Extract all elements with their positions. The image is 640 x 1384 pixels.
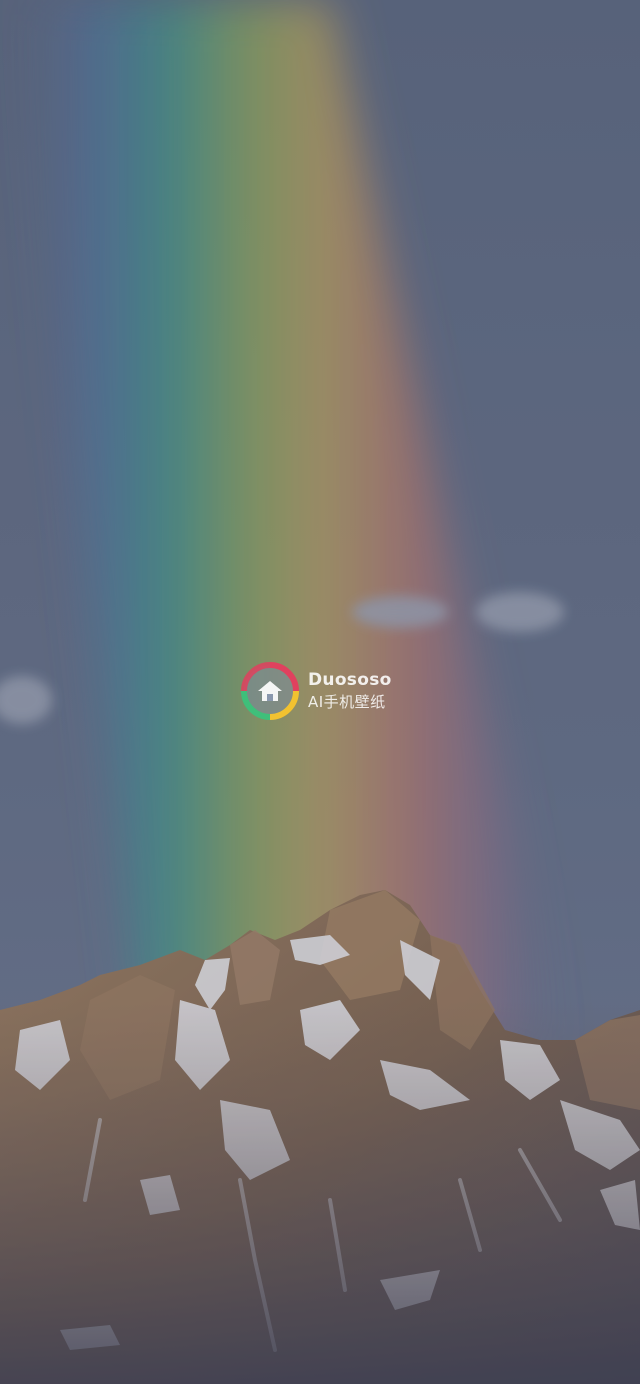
watermark: Duososo AI手机壁纸 [238,659,392,723]
watermark-tagline: AI手机壁纸 [308,693,386,711]
house-icon [241,662,299,720]
watermark-brand: Duososo [308,670,392,690]
wallpaper: Duososo AI手机壁纸 [0,0,640,1384]
